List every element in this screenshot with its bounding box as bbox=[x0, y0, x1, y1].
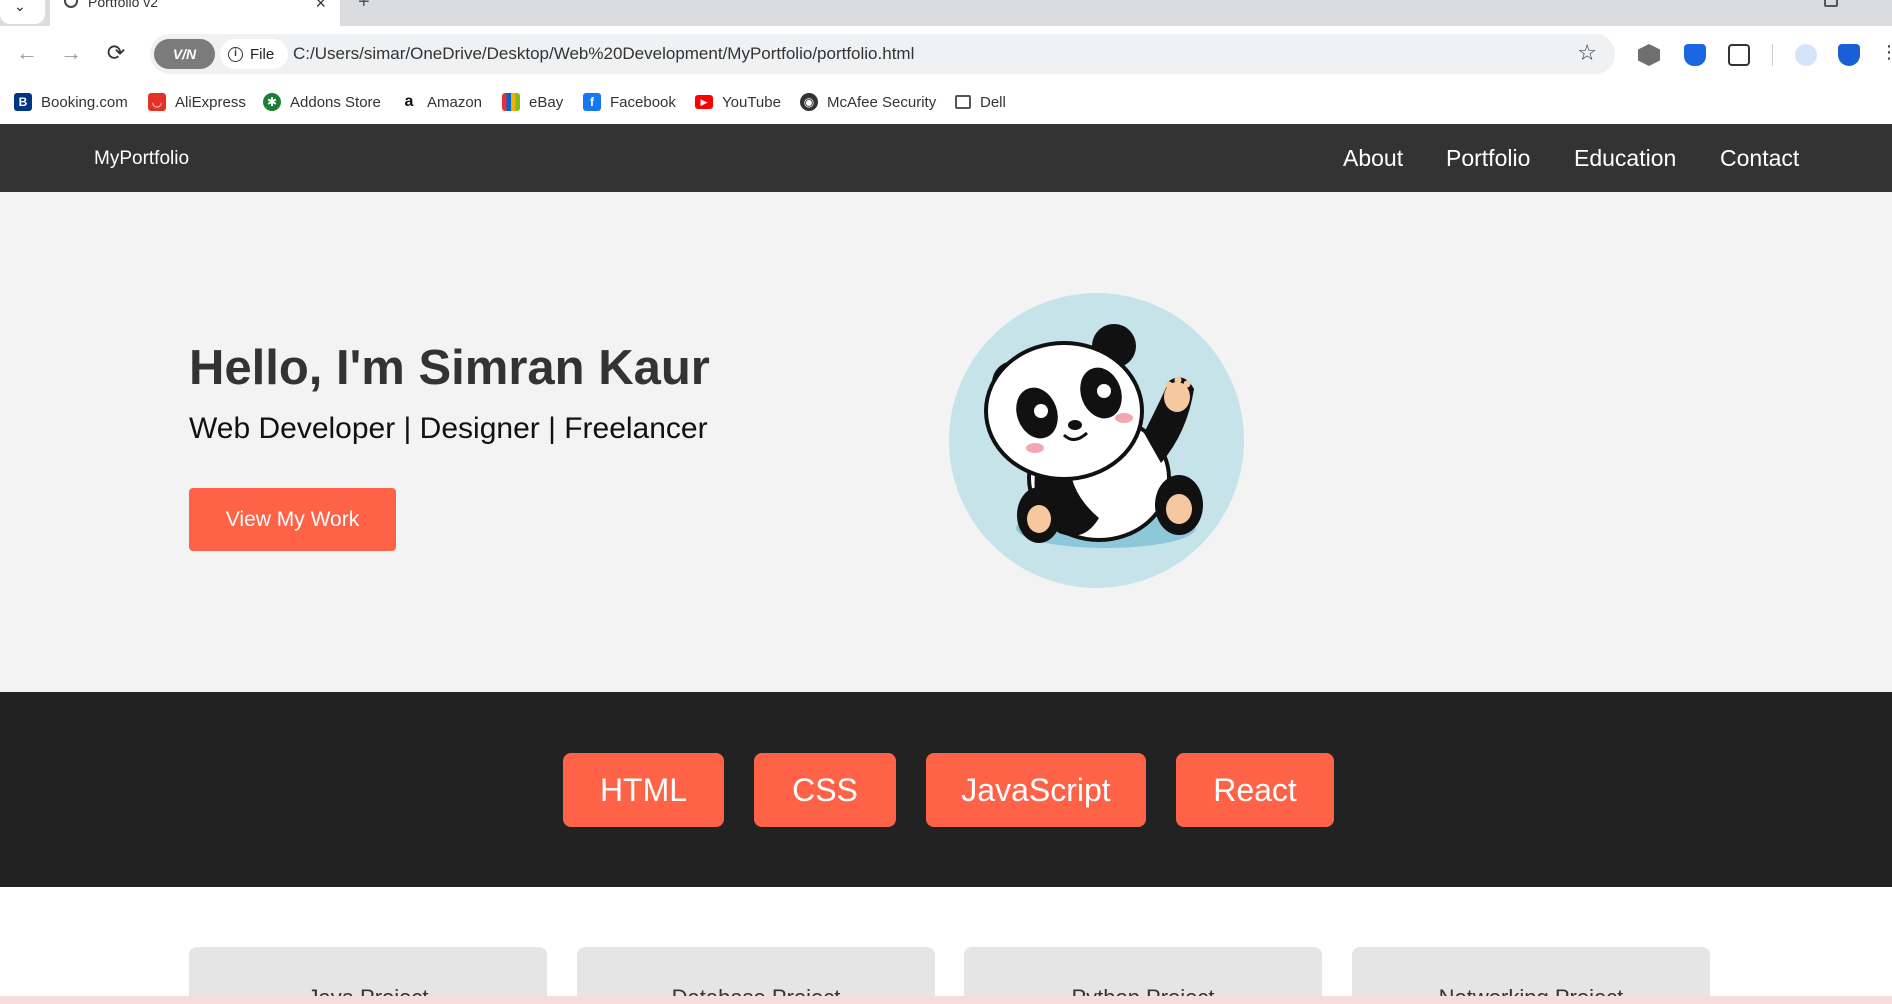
skill-badge-css: CSS bbox=[754, 753, 896, 827]
amazon-icon: a bbox=[400, 93, 418, 111]
skill-badge-html: HTML bbox=[563, 753, 724, 827]
bookmark-label: eBay bbox=[529, 93, 564, 111]
profile-avatar-icon[interactable] bbox=[1795, 44, 1817, 66]
skills-section: HTML CSS JavaScript React bbox=[0, 692, 1892, 887]
booking-icon: B bbox=[14, 93, 32, 111]
nav-link-about[interactable]: About bbox=[1343, 145, 1403, 172]
bookmark-facebook[interactable]: f Facebook bbox=[583, 91, 676, 113]
toolbar-divider bbox=[1772, 44, 1773, 66]
browser-toolbar: ← → ⟳ V/N i File C:/Users/simar/OneDrive… bbox=[0, 26, 1892, 80]
skill-badge-javascript: JavaScript bbox=[926, 753, 1146, 827]
back-arrow-icon[interactable]: ← bbox=[12, 38, 42, 68]
bookmark-label: Dell bbox=[980, 93, 1006, 111]
hero-subtitle: Web Developer | Designer | Freelancer bbox=[189, 412, 708, 445]
hero-section: Hello, I'm Simran Kaur Web Developer | D… bbox=[0, 192, 1892, 692]
url-text[interactable]: C:/Users/simar/OneDrive/Desktop/Web%20De… bbox=[293, 44, 914, 64]
bookmark-folder-dell[interactable]: Dell bbox=[955, 91, 1006, 113]
site-info-chip[interactable]: i File bbox=[220, 39, 288, 69]
ebay-icon bbox=[502, 93, 520, 111]
extension-shield-icon[interactable] bbox=[1638, 44, 1660, 66]
aliexpress-icon: ◡ bbox=[148, 93, 166, 111]
bookmark-label: Addons Store bbox=[290, 93, 381, 111]
tab-title: Portfolio v2 bbox=[88, 0, 159, 10]
tab-search-button[interactable]: ⌄ bbox=[0, 0, 45, 24]
taskbar-edge bbox=[0, 996, 1892, 1004]
bookmark-label: AliExpress bbox=[175, 93, 246, 111]
close-icon[interactable]: × bbox=[315, 0, 326, 14]
new-tab-button[interactable]: + bbox=[358, 0, 370, 14]
bookmark-youtube[interactable]: ▶ YouTube bbox=[695, 91, 781, 113]
scheme-label: File bbox=[250, 46, 275, 63]
nav-link-portfolio[interactable]: Portfolio bbox=[1446, 145, 1530, 172]
mcafee-icon: ◉ bbox=[800, 93, 818, 111]
folder-icon bbox=[955, 95, 971, 109]
projects-section: Java Project Database Project Python Pro… bbox=[0, 887, 1892, 1004]
addons-store-icon: ✱ bbox=[263, 93, 281, 111]
bookmark-label: Facebook bbox=[610, 93, 676, 111]
globe-icon bbox=[64, 0, 78, 8]
extensions-puzzle-icon[interactable] bbox=[1728, 44, 1750, 66]
nav-link-education[interactable]: Education bbox=[1574, 145, 1676, 172]
mcafee-shield-icon[interactable] bbox=[1838, 44, 1860, 66]
skill-badge-react: React bbox=[1176, 753, 1334, 827]
reload-icon[interactable]: ⟳ bbox=[101, 38, 131, 68]
site-navbar: MyPortfolio About Portfolio Education Co… bbox=[0, 124, 1892, 192]
view-my-work-button[interactable]: View My Work bbox=[189, 488, 396, 551]
hero-heading: Hello, I'm Simran Kaur bbox=[189, 341, 710, 395]
browser-tab-active[interactable]: Portfolio v2 × bbox=[50, 0, 340, 26]
info-icon: i bbox=[228, 47, 243, 62]
facebook-icon: f bbox=[583, 93, 601, 111]
bookmark-label: Booking.com bbox=[41, 93, 128, 111]
bookmark-label: YouTube bbox=[722, 93, 781, 111]
vpn-button[interactable]: V/N bbox=[154, 39, 215, 69]
address-bar[interactable]: V/N i File C:/Users/simar/OneDrive/Deskt… bbox=[150, 34, 1615, 74]
nav-link-contact[interactable]: Contact bbox=[1720, 145, 1799, 172]
bookmark-addons-store[interactable]: ✱ Addons Store bbox=[263, 91, 381, 113]
bookmark-aliexpress[interactable]: ◡ AliExpress bbox=[148, 91, 246, 113]
bookmark-mcafee[interactable]: ◉ McAfee Security bbox=[800, 91, 936, 113]
bookmark-ebay[interactable]: eBay bbox=[502, 91, 563, 113]
forward-arrow-icon[interactable]: → bbox=[56, 38, 86, 68]
bookmarks-bar: B Booking.com ◡ AliExpress ✱ Addons Stor… bbox=[0, 80, 1892, 124]
password-manager-icon[interactable] bbox=[1684, 44, 1706, 66]
bookmark-amazon[interactable]: a Amazon bbox=[400, 91, 482, 113]
youtube-icon: ▶ bbox=[695, 95, 713, 109]
panda-illustration bbox=[984, 324, 1203, 548]
browser-tab-strip: ⌄ Portfolio v2 × + bbox=[0, 0, 1892, 26]
panda-avatar bbox=[949, 293, 1244, 588]
bookmark-label: McAfee Security bbox=[827, 93, 937, 111]
restore-window-icon[interactable] bbox=[1824, 0, 1838, 7]
bookmark-star-icon[interactable]: ☆ bbox=[1577, 40, 1597, 66]
site-brand[interactable]: MyPortfolio bbox=[94, 148, 189, 170]
bookmark-booking[interactable]: B Booking.com bbox=[14, 91, 128, 113]
more-menu-icon[interactable]: ⋮ bbox=[1880, 42, 1892, 63]
bookmark-label: Amazon bbox=[427, 93, 483, 111]
chevron-down-icon: ⌄ bbox=[14, 0, 26, 14]
